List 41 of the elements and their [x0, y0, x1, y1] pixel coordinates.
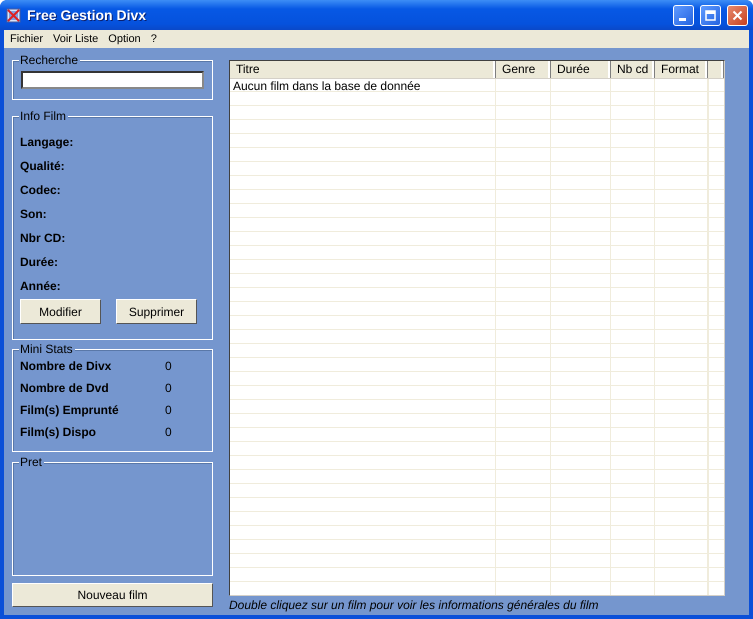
- edit-button[interactable]: Modifier: [20, 299, 101, 324]
- window-title: Free Gestion Divx: [27, 7, 148, 23]
- stat-label: Film(s) Dispo: [20, 424, 98, 441]
- field-label: Son:: [20, 206, 48, 223]
- stat-value: 0: [165, 403, 172, 417]
- close-button[interactable]: [727, 4, 748, 26]
- group-title: Info Film: [19, 109, 68, 123]
- group-title: Pret: [19, 455, 44, 469]
- field-label: Année:: [20, 278, 62, 295]
- film-icon: [6, 8, 21, 22]
- column-header[interactable]: Format: [655, 61, 708, 78]
- stat-value: 0: [165, 425, 172, 439]
- menu-item[interactable]: ?: [146, 33, 162, 45]
- field-label: Qualité:: [20, 158, 66, 175]
- field-label: Durée:: [20, 254, 60, 271]
- menu-item[interactable]: Fichier: [5, 33, 48, 45]
- stat-label: Film(s) Emprunté: [20, 402, 120, 419]
- new-film-button[interactable]: Nouveau film: [12, 583, 213, 607]
- close-icon: [732, 10, 743, 20]
- column-header[interactable]: Genre: [496, 61, 551, 78]
- minimize-button[interactable]: [673, 4, 694, 26]
- search-field[interactable]: [21, 71, 204, 89]
- stat-label: Nombre de Divx: [20, 358, 112, 375]
- maximize-button[interactable]: [700, 4, 721, 26]
- column-header[interactable]: Nb cd: [611, 61, 655, 78]
- group-title: Recherche: [19, 53, 80, 67]
- menu-item[interactable]: Option: [103, 33, 146, 45]
- group-title: Mini Stats: [19, 342, 75, 356]
- field-label: Codec:: [20, 182, 62, 199]
- column-header[interactable]: Titre: [230, 61, 496, 78]
- stat-value: 0: [165, 381, 172, 395]
- stat-value: 0: [165, 359, 172, 373]
- field-label: Langage:: [20, 134, 74, 151]
- minimize-icon: [678, 18, 686, 20]
- field-label: Nbr CD:: [20, 230, 66, 247]
- maximize-icon: [705, 10, 716, 20]
- hint-text: Double cliquez sur un film pour voir les informations générales du film: [229, 597, 599, 613]
- menu-item[interactable]: Voir Liste: [48, 33, 104, 45]
- column-header[interactable]: Durée: [551, 61, 611, 78]
- delete-button[interactable]: Supprimer: [116, 299, 197, 324]
- stat-label: Nombre de Dvd: [20, 380, 110, 397]
